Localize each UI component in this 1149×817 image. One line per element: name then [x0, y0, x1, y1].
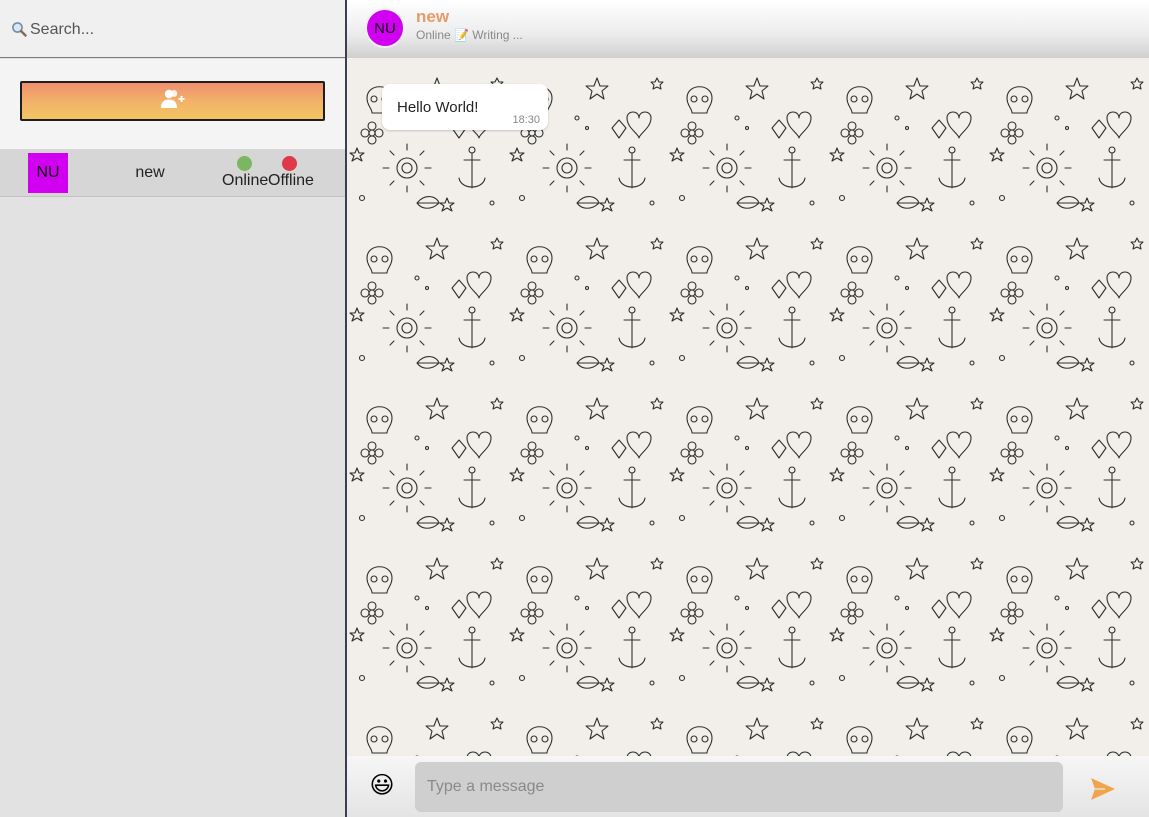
add-contact-button[interactable]	[20, 81, 325, 121]
add-user-icon	[160, 89, 186, 114]
offline-status-dot	[282, 156, 297, 171]
online-status-label: Online	[222, 172, 269, 189]
message-text: Hello World!	[397, 99, 479, 116]
send-button[interactable]	[1089, 776, 1117, 802]
contact-name: new	[135, 164, 165, 181]
chat-header-avatar[interactable]: NU	[365, 8, 405, 48]
chat-contact-status: Online 📝 Writing ...	[416, 28, 523, 42]
message-area[interactable]: Hello World! 18:30	[347, 58, 1149, 756]
chat-header: NU new Online 📝 Writing ...	[347, 0, 1149, 58]
send-icon	[1091, 778, 1115, 800]
message-bubble[interactable]: Hello World! 18:30	[382, 84, 548, 130]
message-composer: 😃	[347, 756, 1149, 817]
search-input[interactable]	[30, 17, 330, 43]
smiley-icon: 😃	[369, 772, 395, 799]
add-contact-area	[0, 59, 345, 149]
chat-contact-name: new	[416, 7, 450, 26]
offline-status-label: Offline	[268, 172, 314, 189]
contact-list-item[interactable]: NU new Online Offline	[0, 149, 345, 197]
contact-avatar: NU	[28, 153, 68, 193]
search-bar	[0, 0, 345, 58]
doodle-background-pattern	[347, 58, 1149, 756]
message-input[interactable]	[415, 762, 1063, 812]
message-timestamp: 18:30	[512, 114, 540, 126]
chat-app: NU new Online Offline NU new Online 📝 Wr…	[0, 0, 1149, 817]
chat-panel: NU new Online 📝 Writing ... Hello World!…	[347, 0, 1149, 817]
emoji-button[interactable]: 😃	[367, 771, 397, 801]
online-status-dot	[237, 156, 252, 171]
search-icon	[11, 21, 27, 37]
sidebar: NU new Online Offline	[0, 0, 347, 817]
